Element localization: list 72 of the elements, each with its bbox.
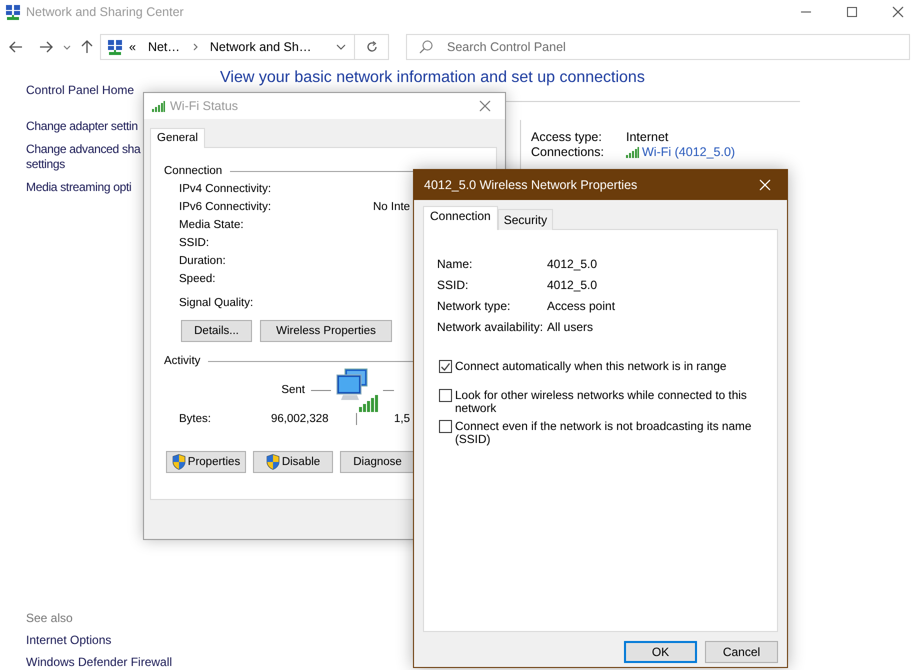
field-label: Network availability:	[437, 319, 544, 336]
sidebar-link[interactable]: Media streaming opti	[26, 180, 132, 195]
field-label: SSID:	[437, 277, 470, 294]
bytes-label: Bytes:	[179, 413, 211, 425]
signal-icon	[626, 147, 639, 158]
connection-link[interactable]: Wi-Fi (4012_5.0)	[642, 145, 736, 160]
sidebar-link[interactable]: Change adapter settin	[26, 119, 138, 134]
info-value: Internet	[626, 130, 670, 145]
window-title: 4012_5.0 Wireless Network Properties	[424, 178, 638, 192]
dialog-button[interactable]: Details...	[181, 320, 252, 342]
field-value: No Inte	[373, 200, 410, 214]
field-label: Speed:	[179, 272, 216, 286]
field-label: Network type:	[437, 298, 512, 315]
search-icon	[419, 40, 433, 54]
dropdown-icon[interactable]	[63, 44, 71, 50]
shield-icon	[172, 454, 186, 470]
shield-icon	[266, 454, 280, 470]
field-label: Signal Quality:	[179, 296, 254, 310]
field-value: All users	[547, 319, 594, 336]
chevron-icon	[192, 43, 200, 51]
checkbox-label: Look for other wireless networks while connected to this network	[455, 389, 748, 415]
dialog-button[interactable]: Wireless Properties	[260, 320, 392, 342]
section-title: Activity	[164, 355, 200, 367]
field-value: Access point	[547, 298, 616, 315]
tab[interactable]: Security	[498, 209, 554, 230]
sidebar-link[interactable]: Internet Options	[26, 633, 172, 648]
bytes-value: 1,5	[394, 413, 410, 425]
window-title: Wi-Fi Status	[170, 99, 240, 113]
dialog-button[interactable]: Disable	[253, 451, 333, 473]
sidebar-link[interactable]: Control Panel Home	[26, 83, 134, 98]
sidebar-link[interactable]: Change advanced sha settings	[26, 142, 140, 172]
checkbox-label: Connect even if the network is not broadcasting its name (SSID)	[455, 420, 752, 446]
tab[interactable]: General	[150, 128, 205, 148]
close-icon[interactable]	[479, 100, 491, 112]
window-title: Network and Sharing Center	[26, 5, 185, 19]
field-label: IPv6 Connectivity:	[179, 200, 272, 214]
dialog-button[interactable]: Properties	[166, 451, 246, 473]
sidebar-link[interactable]: Windows Defender Firewall	[26, 655, 172, 670]
dialog-button[interactable]: OK	[624, 641, 697, 663]
maximize-icon[interactable]	[847, 7, 857, 17]
network-icon	[5, 4, 21, 20]
bytes-value: 96,002,328	[271, 413, 329, 425]
field-label: Duration:	[179, 254, 226, 268]
up-icon[interactable]	[81, 40, 93, 54]
network-icon	[107, 39, 123, 55]
field-label: Media State:	[179, 218, 244, 232]
field-value: 4012_5.0	[547, 256, 598, 273]
signal-icon	[152, 100, 165, 112]
back-icon[interactable]	[9, 41, 23, 53]
info-label: Access type:	[531, 130, 603, 145]
checkbox[interactable]	[439, 389, 452, 402]
tab[interactable]: Connection	[423, 206, 498, 230]
forward-icon[interactable]	[39, 41, 53, 53]
page-heading: View your basic network information and set up connections	[220, 68, 646, 88]
section-title: Connection	[164, 165, 222, 177]
section-title: See also	[26, 611, 74, 626]
field-label: Name:	[437, 256, 474, 273]
field-label: IPv4 Connectivity:	[179, 182, 272, 196]
address-bar[interactable]: « Net… Network and Sh…	[100, 34, 389, 60]
dialog-button[interactable]: Cancel	[705, 641, 778, 663]
field-label: SSID:	[179, 236, 210, 250]
dialog-button[interactable]: Diagnose	[340, 451, 415, 473]
field-value: 4012_5.0	[547, 277, 598, 294]
sent-label: Sent	[281, 384, 305, 396]
info-label: Connections:	[531, 145, 605, 160]
checkbox[interactable]	[439, 420, 452, 433]
checkbox[interactable]	[439, 360, 452, 373]
refresh-icon[interactable]	[366, 41, 378, 53]
dropdown-icon[interactable]	[336, 44, 346, 50]
close-icon[interactable]	[892, 6, 904, 18]
checkbox-label: Connect automatically when this network is in range	[455, 360, 728, 373]
search-field[interactable]: Search Control Panel	[406, 34, 910, 60]
